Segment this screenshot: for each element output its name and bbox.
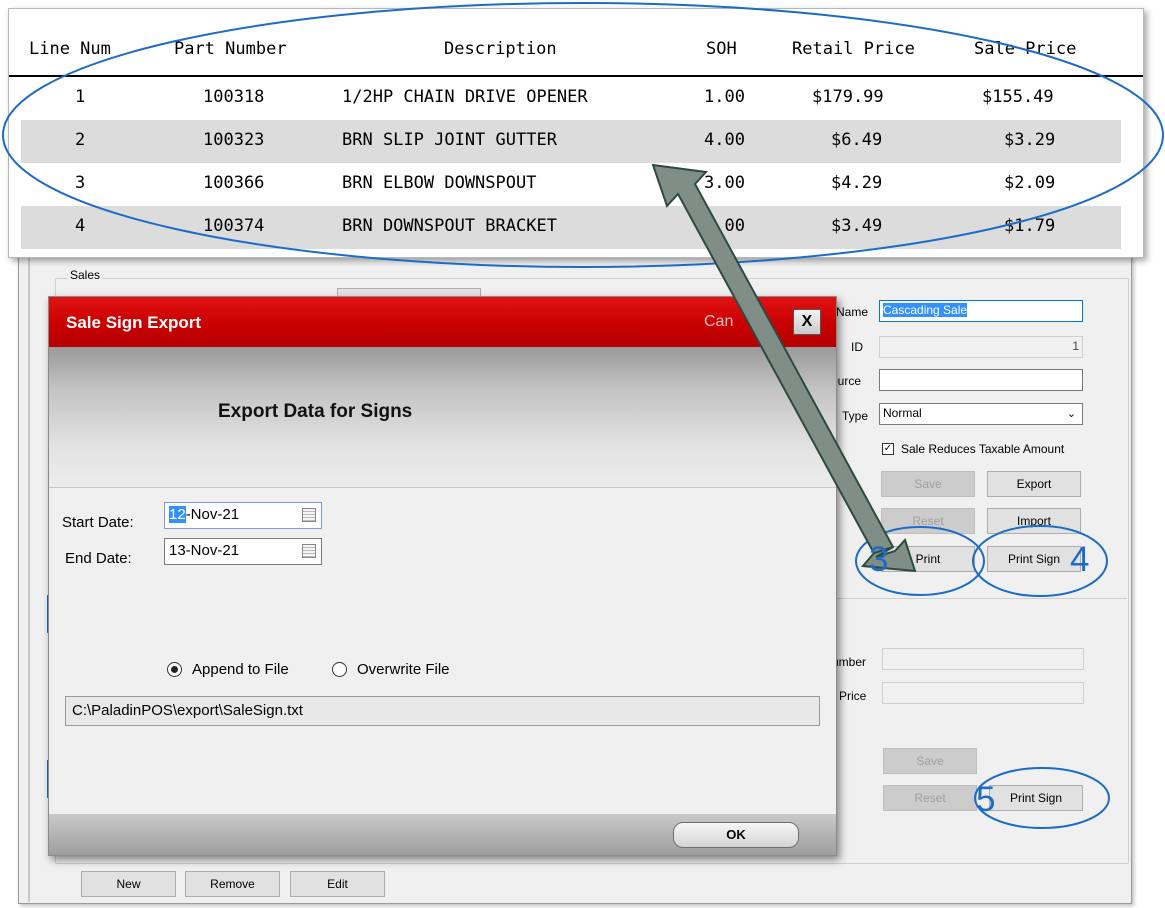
annotation-number-3: 3 bbox=[869, 540, 889, 579]
dialog-heading: Export Data for Signs bbox=[218, 401, 413, 422]
cell-line: 2 bbox=[75, 130, 86, 150]
dialog-header-band: Export Data for Signs bbox=[49, 347, 836, 487]
number-label: umber bbox=[832, 655, 867, 669]
import-button[interactable]: Import bbox=[987, 508, 1081, 534]
col-sale-price: Sale Price bbox=[974, 39, 1077, 59]
price-label: Price bbox=[839, 689, 867, 703]
overwrite-radio[interactable] bbox=[332, 662, 347, 677]
reduces-tax-checkbox[interactable]: ✓ bbox=[882, 443, 894, 455]
dialog-body: Start Date: 12-Nov-21 End Date: 13-Nov-2… bbox=[49, 487, 836, 815]
end-date-label: End Date: bbox=[65, 550, 132, 567]
append-radio[interactable] bbox=[167, 662, 182, 677]
table-row[interactable]: 1 100318 1/2HP CHAIN DRIVE OPENER 1.00 $… bbox=[9, 77, 1143, 120]
cell-part: 100366 bbox=[203, 173, 265, 193]
sales-group-label: Sales bbox=[67, 268, 104, 282]
new-button[interactable]: New bbox=[81, 871, 176, 897]
cell-part: 100323 bbox=[203, 130, 265, 150]
end-date-field[interactable]: 13-Nov-21 bbox=[164, 538, 322, 565]
cell-part: 100318 bbox=[203, 87, 265, 107]
item-reset-button[interactable]: Reset bbox=[883, 785, 977, 811]
print-sign-button[interactable]: Print Sign bbox=[987, 546, 1081, 572]
export-button[interactable]: Export bbox=[987, 471, 1081, 497]
table-row[interactable]: 4 100374 BRN DOWNSPOUT BRACKET 6.00 $3.4… bbox=[21, 206, 1121, 249]
type-select[interactable]: Normal ⌄ bbox=[879, 403, 1083, 425]
sale-id-field: 1 bbox=[879, 336, 1083, 358]
cell-desc: BRN DOWNSPOUT BRACKET bbox=[342, 216, 557, 236]
table-header: Line Num Part Number Description SOH Ret… bbox=[9, 29, 1143, 77]
reset-button[interactable]: Reset bbox=[881, 508, 975, 534]
dialog-title: Sale Sign Export bbox=[66, 313, 202, 332]
zoomed-sale-items-table: Line Num Part Number Description SOH Ret… bbox=[8, 8, 1144, 258]
table-row[interactable]: 2 100323 BRN SLIP JOINT GUTTER 4.00 $6.4… bbox=[21, 120, 1121, 163]
print-button[interactable]: Print bbox=[881, 546, 975, 572]
window-divider bbox=[28, 250, 30, 902]
col-description: Description bbox=[444, 39, 557, 59]
dialog-footer: OK bbox=[49, 814, 836, 855]
calendar-icon[interactable] bbox=[302, 508, 316, 522]
remove-button[interactable]: Remove bbox=[185, 871, 280, 897]
reduces-tax-label: Sale Reduces Taxable Amount bbox=[901, 442, 1065, 456]
sale-sign-export-dialog: Sale Sign Export Can X Export Data for S… bbox=[48, 296, 837, 856]
cell-sale: $3.29 bbox=[1004, 130, 1056, 150]
save-button[interactable]: Save bbox=[881, 471, 975, 497]
id-label: ID bbox=[851, 340, 863, 354]
cell-soh: 4.00 bbox=[704, 130, 745, 150]
col-soh: SOH bbox=[706, 39, 737, 59]
cell-soh: 6.00 bbox=[704, 216, 745, 236]
name-label: Name bbox=[836, 305, 869, 319]
cell-line: 1 bbox=[75, 87, 86, 107]
cell-retail: $3.49 bbox=[831, 216, 883, 236]
section-divider bbox=[830, 598, 1127, 599]
cell-retail: $6.49 bbox=[831, 130, 883, 150]
col-part-number: Part Number bbox=[174, 39, 287, 59]
col-retail-price: Retail Price bbox=[792, 39, 915, 59]
append-label: Append to File bbox=[192, 661, 289, 678]
cell-desc: 1/2HP CHAIN DRIVE OPENER bbox=[342, 87, 588, 107]
cell-desc: BRN SLIP JOINT GUTTER bbox=[342, 130, 557, 150]
cell-line: 4 bbox=[75, 216, 86, 236]
item-price-field bbox=[882, 682, 1084, 704]
cell-retail: $4.29 bbox=[831, 173, 883, 193]
dialog-title-bar[interactable]: Sale Sign Export Can X bbox=[49, 297, 836, 347]
sale-items-table: Line Num Part Number Description SOH Ret… bbox=[9, 29, 1143, 249]
cell-soh: 3.00 bbox=[704, 173, 745, 193]
cell-desc: BRN ELBOW DOWNSPOUT bbox=[342, 173, 537, 193]
close-icon[interactable]: X bbox=[793, 309, 821, 335]
item-save-button[interactable]: Save bbox=[883, 748, 977, 774]
source-field[interactable] bbox=[879, 369, 1083, 391]
annotation-number-5: 5 bbox=[976, 780, 996, 819]
export-path-field[interactable]: C:\PaladinPOS\export\SaleSign.txt bbox=[65, 696, 820, 726]
cell-sale: $1.79 bbox=[1004, 216, 1056, 236]
type-label: Type bbox=[842, 409, 869, 423]
chevron-down-icon: ⌄ bbox=[1066, 408, 1076, 420]
table-row[interactable]: 3 100366 BRN ELBOW DOWNSPOUT 3.00 $4.29 … bbox=[9, 163, 1143, 206]
item-number-field bbox=[882, 648, 1084, 670]
item-print-sign-button[interactable]: Print Sign bbox=[989, 785, 1083, 811]
cell-retail: $179.99 bbox=[812, 87, 884, 107]
ok-button[interactable]: OK bbox=[673, 822, 799, 848]
col-line-num: Line Num bbox=[29, 39, 111, 59]
cell-sale: $155.49 bbox=[982, 87, 1054, 107]
overwrite-label: Overwrite File bbox=[357, 661, 450, 678]
start-date-label: Start Date: bbox=[62, 514, 134, 531]
sale-name-field[interactable]: Cascading Sale bbox=[879, 300, 1083, 322]
cell-sale: $2.09 bbox=[1004, 173, 1056, 193]
cell-soh: 1.00 bbox=[704, 87, 745, 107]
edit-button[interactable]: Edit bbox=[290, 871, 385, 897]
annotation-number-4: 4 bbox=[1070, 540, 1090, 579]
dialog-cancel-link[interactable]: Can bbox=[704, 313, 733, 331]
cell-part: 100374 bbox=[203, 216, 265, 236]
start-date-field[interactable]: 12-Nov-21 bbox=[164, 502, 322, 529]
calendar-icon[interactable] bbox=[302, 544, 316, 558]
cell-line: 3 bbox=[75, 173, 86, 193]
